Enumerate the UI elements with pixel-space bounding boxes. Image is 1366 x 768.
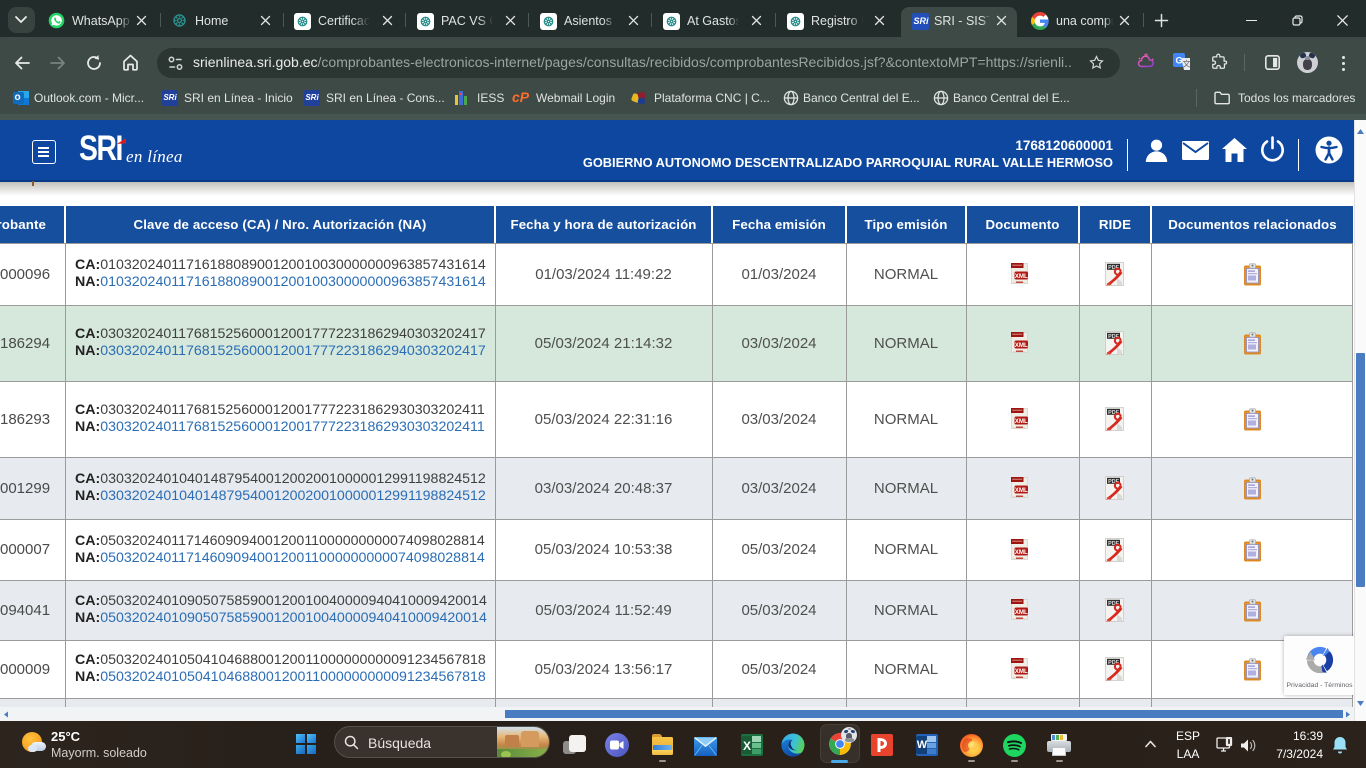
svg-text:G: G bbox=[1175, 56, 1182, 66]
svg-text:文: 文 bbox=[1183, 59, 1191, 69]
